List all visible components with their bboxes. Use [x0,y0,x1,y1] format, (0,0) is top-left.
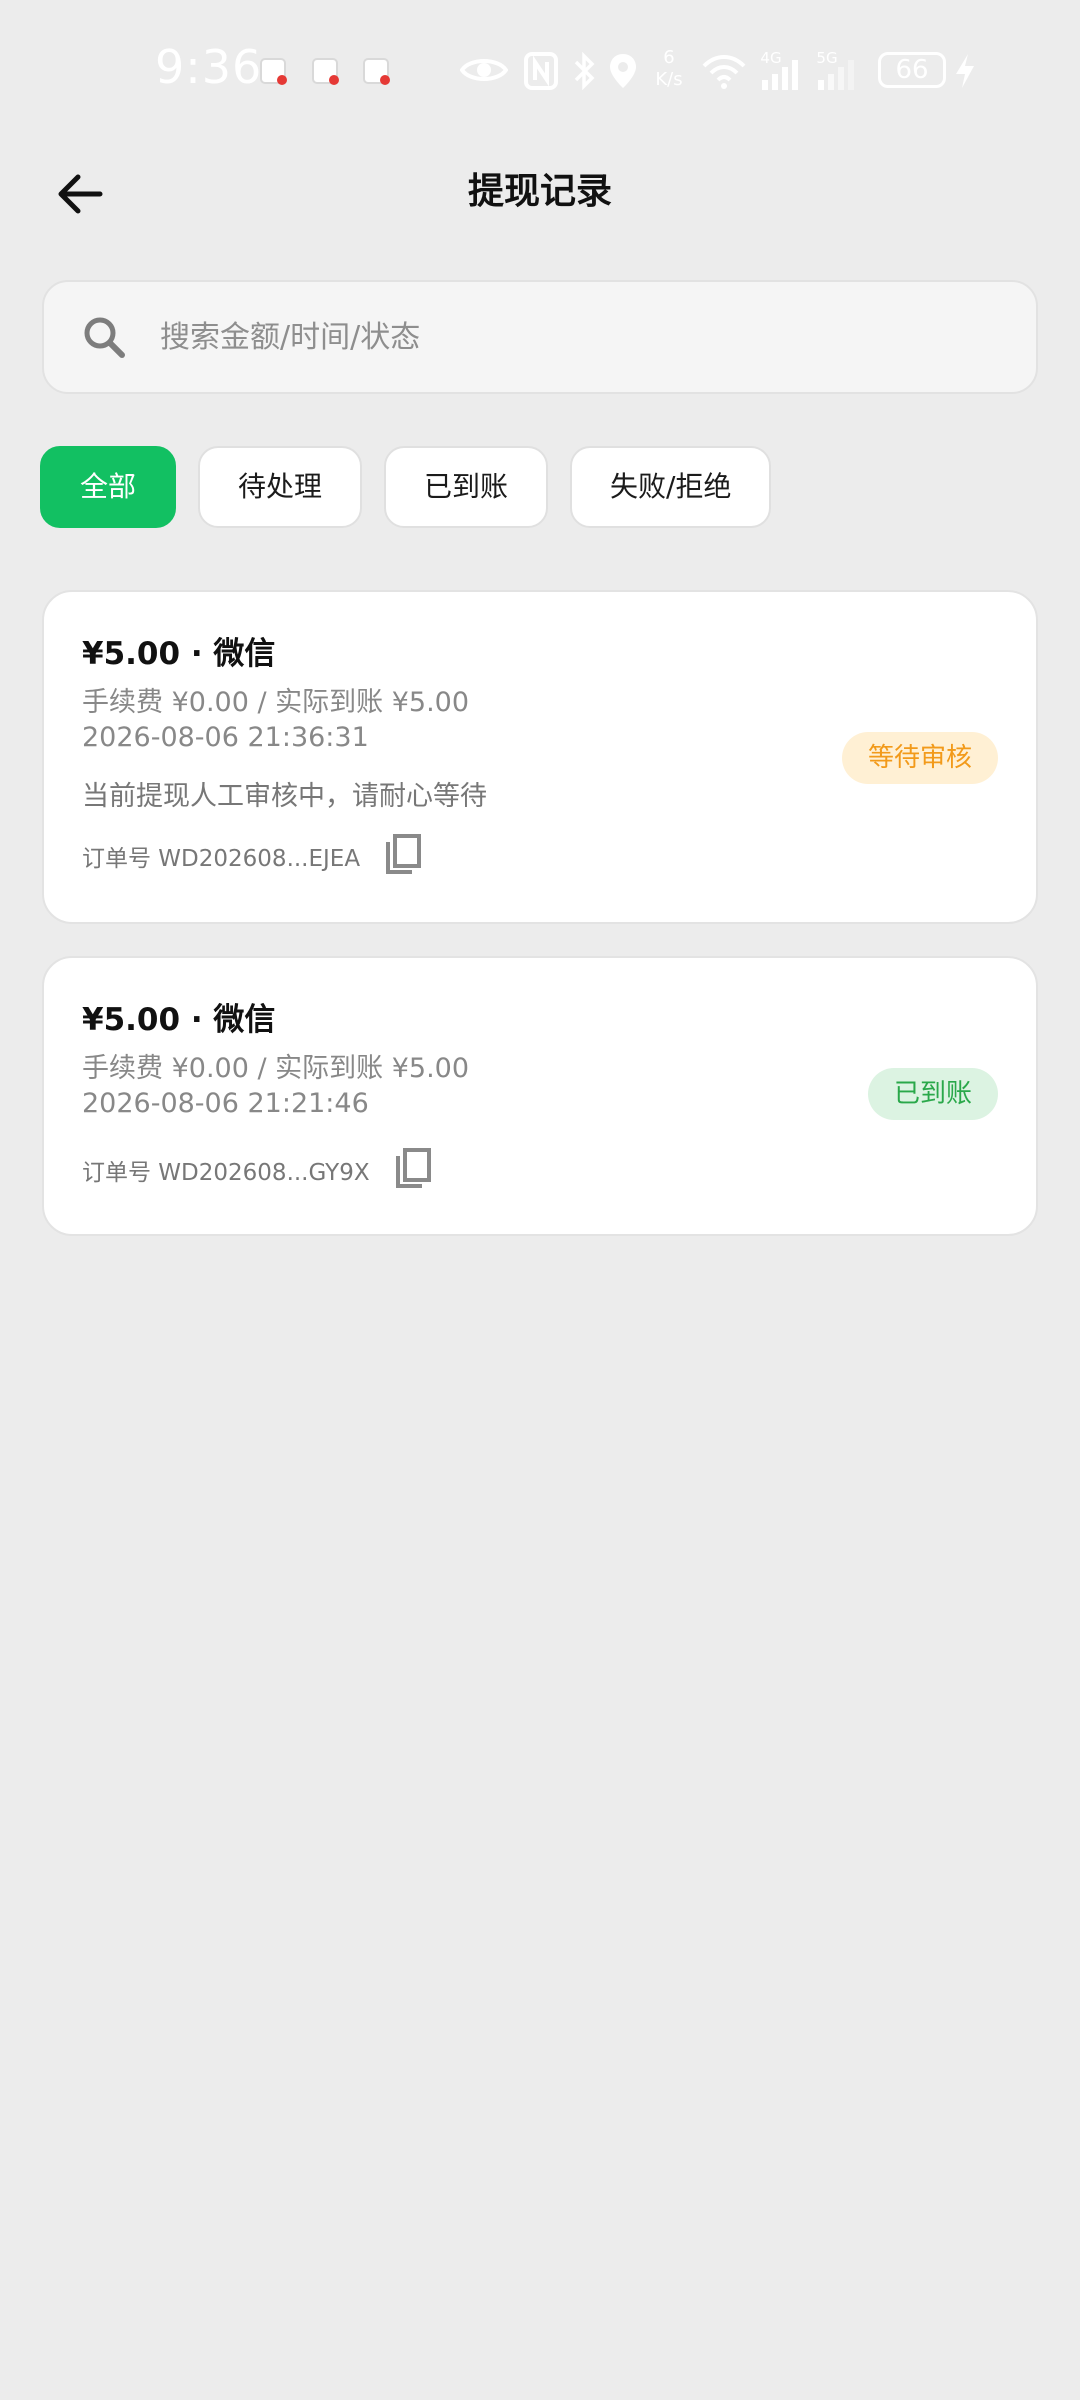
charging-icon [956,54,974,88]
search-bar[interactable] [42,280,1038,394]
wifi-icon [702,55,746,89]
filter-tab-all[interactable]: 全部 [40,446,177,528]
bluetooth-icon [574,52,595,90]
signal-4g-icon [762,60,798,90]
status-indicators: 6 K/s 4G 5G 66 [460,48,1020,94]
status-time: 9:36 [155,40,263,94]
record-time: 2026-08-06 21:21:46 [82,1088,369,1119]
record-order-number: 订单号 WD202608...EJEA [82,846,361,872]
page-header: 提现记录 [0,150,1080,234]
copy-icon [395,1148,431,1188]
copy-icon [386,834,422,874]
status-badge: 已到账 [867,1068,998,1120]
copy-order-button[interactable] [392,1148,434,1192]
record-note: 当前提现人工审核中，请耐心等待 [82,781,487,812]
page-title: 提现记录 [467,171,612,212]
notification-app-icon [260,58,287,85]
search-input[interactable] [160,302,1000,372]
signal-5g-icon [818,60,854,90]
status-badge: 等待审核 [841,732,998,784]
copy-order-button[interactable] [382,834,424,878]
status-bar: 9:36 6 K/s 4G 5G 66 [0,0,1080,150]
filter-tab-pending[interactable]: 待处理 [198,446,363,528]
filter-tabs: 全部 待处理 已到账 失败/拒绝 [40,446,772,528]
filter-tab-failed[interactable]: 失败/拒绝 [570,446,772,528]
network-speed-unit: K/s [655,69,683,90]
record-time: 2026-08-06 21:36:31 [82,722,369,753]
withdrawal-record-card[interactable]: ¥5.00 · 微信 手续费 ¥0.00 / 实际到账 ¥5.00 2026-0… [42,590,1038,924]
notification-app-icon [363,58,390,85]
eye-icon [460,59,508,81]
record-fee: 手续费 ¥0.00 / 实际到账 ¥5.00 [82,687,470,718]
record-order-row: 订单号 WD202608...EJEA [82,832,424,880]
record-fee: 手续费 ¥0.00 / 实际到账 ¥5.00 [82,1053,470,1084]
battery-indicator: 66 [878,52,946,88]
record-order-number: 订单号 WD202608...GY9X [82,1160,370,1186]
search-icon [84,317,125,358]
record-amount: ¥5.00 · 微信 [82,636,276,672]
network-speed-value: 6 [663,47,675,68]
record-order-row: 订单号 WD202608...GY9X [82,1146,434,1194]
record-amount: ¥5.00 · 微信 [82,1002,276,1038]
filter-tab-received[interactable]: 已到账 [384,446,549,528]
location-icon [610,54,636,88]
notification-app-icon [312,58,339,85]
withdrawal-record-card[interactable]: ¥5.00 · 微信 手续费 ¥0.00 / 实际到账 ¥5.00 2026-0… [42,956,1038,1236]
nfc-icon [524,52,558,90]
